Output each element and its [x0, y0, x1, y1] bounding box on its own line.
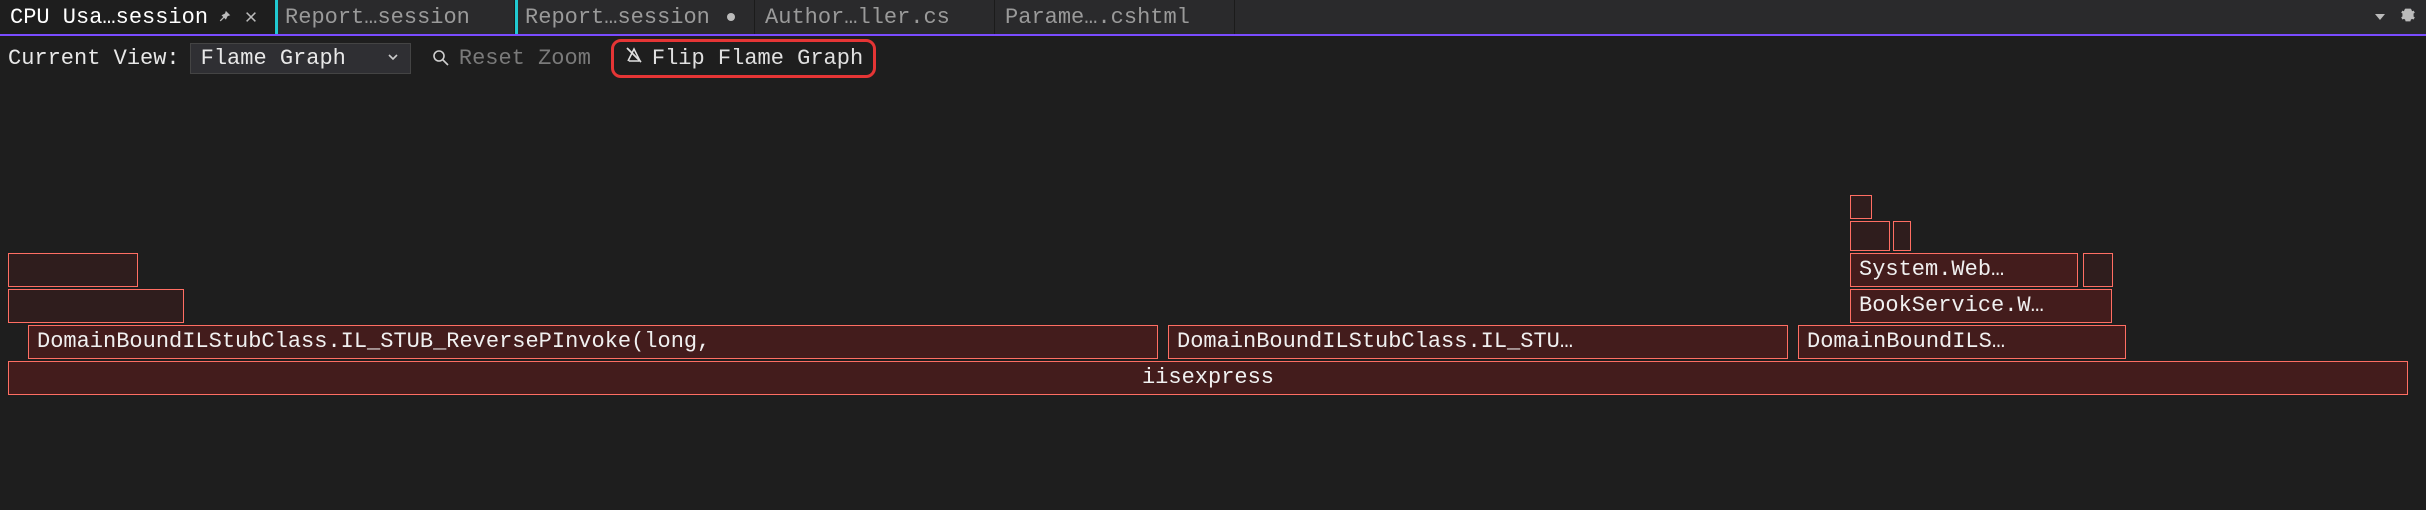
- reset-zoom-button[interactable]: Reset Zoom: [421, 43, 601, 74]
- reset-zoom-label: Reset Zoom: [459, 46, 591, 71]
- tab-report-session-1[interactable]: Report…session: [275, 0, 515, 34]
- tab-bar: CPU Usa…session Report…session Report…se…: [0, 0, 2426, 36]
- flame-label: BookService.W…: [1859, 293, 2044, 318]
- tab-parameters-cshtml[interactable]: Parame….cshtml: [995, 0, 1235, 34]
- flip-label: Flip Flame Graph: [652, 46, 863, 71]
- tab-label: Report…session: [525, 5, 714, 30]
- flame-graph[interactable]: System.Web… BookService.W… DomainBoundIL…: [8, 195, 2418, 485]
- tab-accent: [515, 0, 518, 34]
- tab-label: CPU Usa…session: [10, 5, 208, 30]
- flame-frame-domainbound-2[interactable]: DomainBoundILStubClass.IL_STU…: [1168, 325, 1788, 359]
- magnifier-icon: [431, 48, 451, 68]
- toolbar: Current View: Flame Graph Reset Zoom Fli…: [0, 36, 2426, 80]
- flip-icon: [624, 45, 644, 72]
- tab-report-session-2[interactable]: Report…session: [515, 0, 755, 34]
- flame-frame-bookservice[interactable]: BookService.W…: [1850, 289, 2112, 323]
- flame-frame-root[interactable]: iisexpress: [8, 361, 2408, 395]
- tab-accent: [275, 0, 278, 34]
- current-view-label: Current View:: [8, 46, 180, 71]
- flame-label: System.Web…: [1859, 257, 2004, 282]
- gear-icon[interactable]: [2400, 5, 2416, 30]
- tab-label: Parame….cshtml: [1005, 5, 1220, 30]
- flame-frame-system-web[interactable]: System.Web…: [1850, 253, 2078, 287]
- flame-frame[interactable]: [1850, 195, 1872, 219]
- dirty-indicator-icon: [722, 8, 740, 26]
- tab-label: Author…ller.cs: [765, 5, 980, 30]
- flame-frame[interactable]: [1893, 221, 1911, 251]
- flame-label: DomainBoundILStubClass.IL_STUB_ReversePI…: [37, 329, 710, 354]
- close-icon[interactable]: [242, 8, 260, 26]
- tab-overflow-icon[interactable]: [2374, 5, 2386, 30]
- flame-frame-domainbound-3[interactable]: DomainBoundILS…: [1798, 325, 2126, 359]
- tabbar-right-controls: [2364, 0, 2426, 34]
- view-dropdown[interactable]: Flame Graph: [190, 43, 411, 74]
- tab-author-controller[interactable]: Author…ller.cs: [755, 0, 995, 34]
- flame-frame[interactable]: [8, 253, 138, 287]
- chevron-down-icon: [386, 46, 400, 71]
- tab-cpu-usage-session[interactable]: CPU Usa…session: [0, 0, 275, 34]
- flame-frame[interactable]: [1850, 221, 1890, 251]
- dropdown-value: Flame Graph: [201, 46, 346, 71]
- flame-label: DomainBoundILStubClass.IL_STU…: [1177, 329, 1573, 354]
- flame-frame[interactable]: [2083, 253, 2113, 287]
- flame-frame-domainbound-1[interactable]: DomainBoundILStubClass.IL_STUB_ReversePI…: [28, 325, 1158, 359]
- flame-label: iisexpress: [1142, 365, 1274, 390]
- flip-flame-graph-button[interactable]: Flip Flame Graph: [611, 39, 876, 78]
- flame-label: DomainBoundILS…: [1807, 329, 2005, 354]
- flame-frame[interactable]: [8, 289, 184, 323]
- tab-label: Report…session: [285, 5, 500, 30]
- pin-icon[interactable]: [216, 8, 234, 26]
